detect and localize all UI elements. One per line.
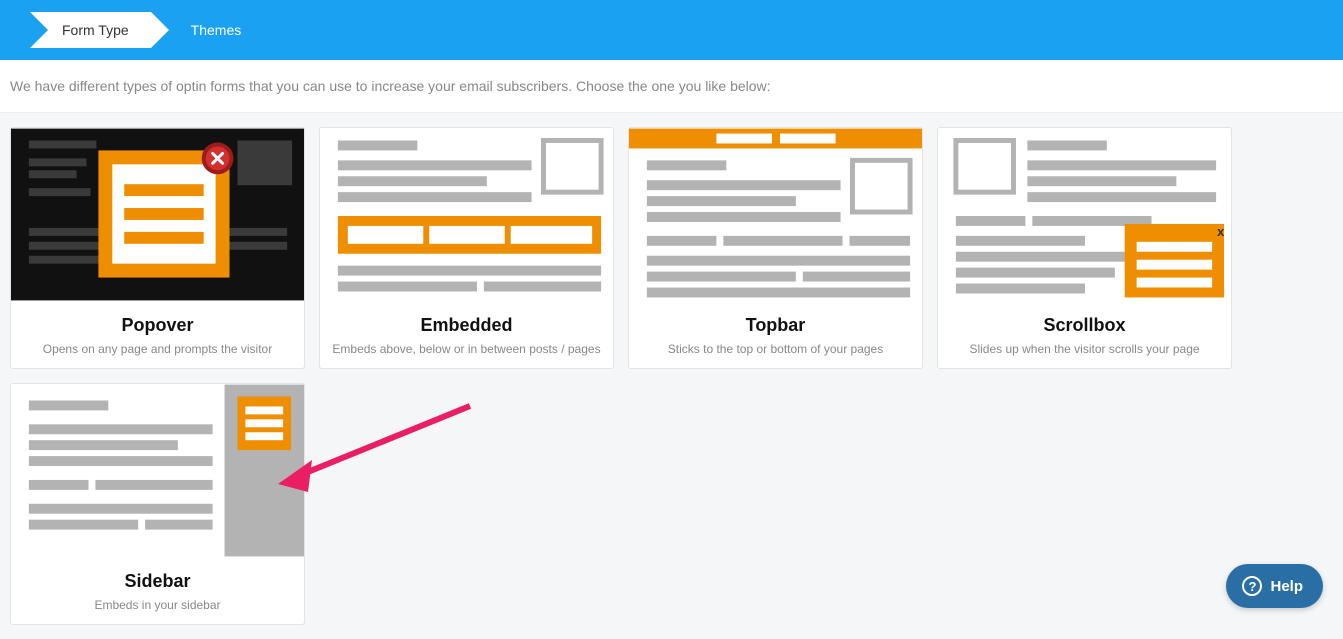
help-button[interactable]: ? Help xyxy=(1226,564,1323,608)
breadcrumb-step-themes[interactable]: Themes xyxy=(191,22,242,38)
help-label: Help xyxy=(1270,578,1303,595)
card-desc: Opens on any page and prompts the visito… xyxy=(11,342,304,356)
card-title: Sidebar xyxy=(11,571,304,592)
card-desc: Embeds above, below or in between posts … xyxy=(320,342,613,356)
card-title: Popover xyxy=(11,315,304,336)
card-sidebar[interactable]: Sidebar Embeds in your sidebar xyxy=(10,383,305,625)
card-desc: Sticks to the top or bottom of your page… xyxy=(629,342,922,356)
breadcrumb-step-form-type[interactable]: Form Type xyxy=(30,12,151,48)
sidebar-preview-icon xyxy=(11,384,304,557)
help-icon: ? xyxy=(1242,576,1262,596)
card-desc: Embeds in your sidebar xyxy=(11,598,304,612)
embedded-preview-icon xyxy=(320,128,613,301)
card-topbar[interactable]: Topbar Sticks to the top or bottom of yo… xyxy=(628,127,923,369)
intro-text: We have different types of optin forms t… xyxy=(0,60,1343,113)
breadcrumb-step-label: Themes xyxy=(191,22,242,38)
card-scrollbox[interactable]: x Scrollbox Slides up when the visitor s… xyxy=(937,127,1232,369)
card-popover[interactable]: Popover Opens on any page and prompts th… xyxy=(10,127,305,369)
card-desc: Slides up when the visitor scrolls your … xyxy=(938,342,1231,356)
card-title: Scrollbox xyxy=(938,315,1231,336)
card-title: Topbar xyxy=(629,315,922,336)
popover-preview-icon xyxy=(11,128,304,301)
card-title: Embedded xyxy=(320,315,613,336)
svg-text:x: x xyxy=(1217,224,1225,239)
topbar-preview-icon xyxy=(629,128,922,301)
form-type-grid: Popover Opens on any page and prompts th… xyxy=(0,113,1343,639)
breadcrumb-step-label: Form Type xyxy=(62,22,129,38)
card-embedded[interactable]: Embedded Embeds above, below or in betwe… xyxy=(319,127,614,369)
breadcrumb-header: Form Type Themes xyxy=(0,0,1343,60)
scrollbox-preview-icon: x xyxy=(938,128,1231,301)
